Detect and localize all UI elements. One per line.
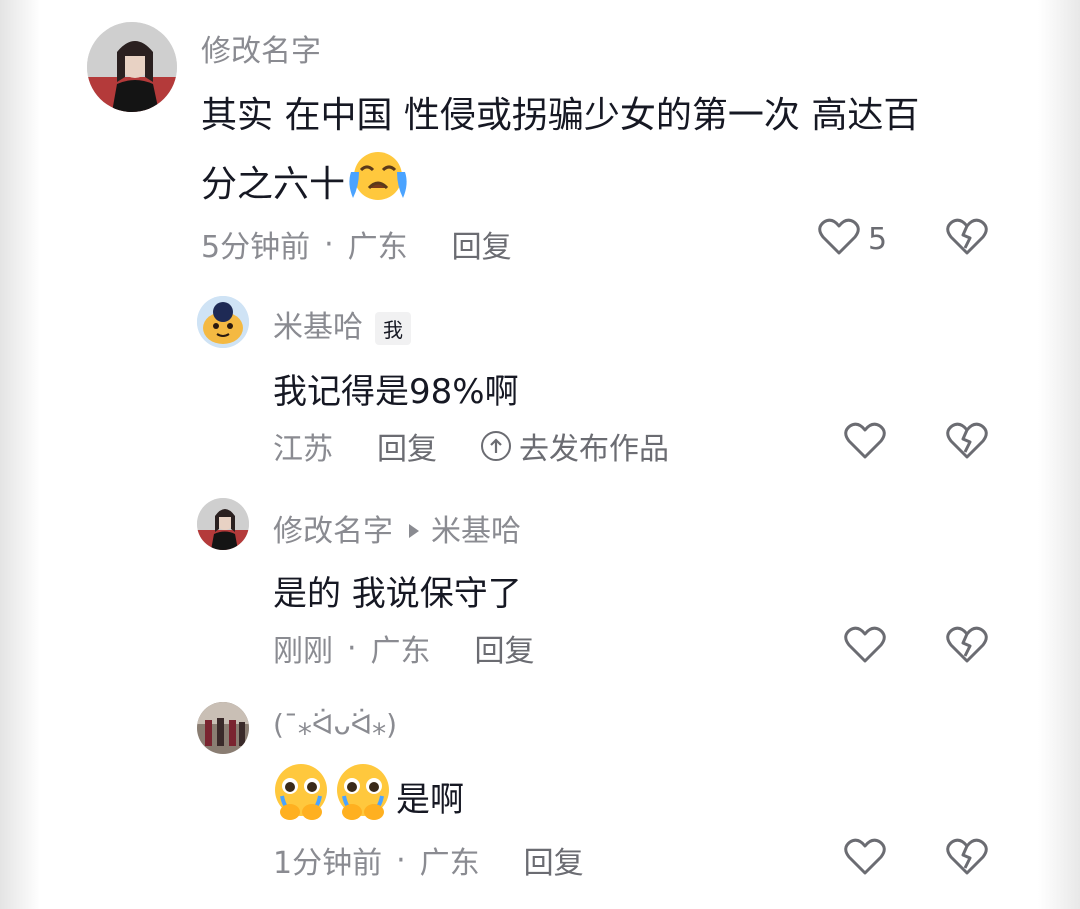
comment-text-line2: 分之六十 [201, 150, 409, 211]
reply-button[interactable]: 回复 [452, 222, 512, 266]
reply-meta: 1分钟前 · 广东 回复 [273, 838, 584, 882]
reply-username-text[interactable]: 修改名字 [273, 514, 393, 549]
dislike-button[interactable] [946, 422, 988, 464]
broken-heart-icon [946, 218, 988, 260]
publish-work-label: 去发布作品 [519, 432, 669, 467]
separator: · [396, 842, 406, 878]
reply-text: 是的 我说保守了 [273, 574, 522, 614]
reply-username[interactable]: (ˉ⁎ᐛᴗᐛ⁎) [273, 708, 397, 741]
arrow-up-circle-icon [481, 431, 511, 461]
reply-location: 广东 [370, 634, 431, 669]
reply-meta: 刚刚 · 广东 回复 [273, 626, 535, 670]
reply-location: 广东 [419, 846, 480, 881]
reply-meta: 江苏 回复 去发布作品 [273, 424, 669, 468]
reply-item: 修改名字 米基哈 是的 我说保守了 刚刚 · 广东 回复 [0, 494, 1080, 684]
dislike-button[interactable] [946, 218, 988, 260]
broken-heart-icon [946, 626, 988, 668]
pleading-face-holding-back-tears-icon [270, 762, 332, 831]
me-badge: 我 [375, 312, 411, 345]
reply-button[interactable]: 回复 [377, 424, 437, 468]
comment-time: 5分钟前 [201, 230, 311, 265]
like-button[interactable] [844, 422, 886, 464]
like-button[interactable] [844, 838, 886, 880]
pleading-face-holding-back-tears-icon [332, 762, 394, 831]
avatar[interactable] [197, 296, 249, 348]
avatar[interactable] [197, 498, 249, 550]
avatar[interactable] [197, 702, 249, 754]
loudly-crying-face-icon [347, 150, 409, 211]
reply-button[interactable]: 回复 [524, 838, 584, 882]
like-count: 5 [868, 221, 888, 257]
like-button[interactable]: 5 [818, 218, 887, 260]
reply-username: 米基哈我 [273, 302, 411, 346]
reply-username-text[interactable]: 米基哈 [273, 310, 363, 345]
reply-text: 是啊 [396, 780, 464, 820]
comment-meta: 5分钟前 · 广东 回复 [201, 222, 512, 266]
dislike-button[interactable] [946, 626, 988, 668]
reply-to-username[interactable]: 米基哈 [431, 514, 521, 549]
heart-icon [844, 838, 886, 880]
avatar[interactable] [87, 22, 177, 112]
reply-location: 江苏 [273, 432, 333, 467]
comment-location: 广东 [347, 230, 408, 265]
broken-heart-icon [946, 838, 988, 880]
reply-text: 我记得是98%啊 [273, 372, 519, 412]
heart-icon [844, 422, 886, 464]
reply-time: 刚刚 [273, 634, 333, 669]
separator: · [324, 226, 334, 262]
reply-time: 1分钟前 [273, 846, 383, 881]
comment-item: 修改名字 其实 在中国 性侵或拐骗少女的第一次 高达百 分之六十 5分钟前 · … [0, 0, 1080, 270]
reply-username: 修改名字 米基哈 [273, 506, 521, 550]
publish-work-button[interactable]: 去发布作品 [481, 424, 669, 468]
reply-item: (ˉ⁎ᐛᴗᐛ⁎) 是啊 1分钟前 · 广东 回复 [0, 700, 1080, 909]
heart-icon [818, 218, 860, 260]
reply-item: 米基哈我 我记得是98%啊 江苏 回复 去发布作品 [0, 290, 1080, 480]
reply-text-row: 是啊 [270, 762, 464, 831]
comment-text-line2-content: 分之六十 [201, 163, 346, 205]
dislike-button[interactable] [946, 838, 988, 880]
heart-icon [844, 626, 886, 668]
comment-username[interactable]: 修改名字 [201, 26, 321, 70]
comment-text: 其实 在中国 性侵或拐骗少女的第一次 高达百 [201, 95, 920, 136]
reply-button[interactable]: 回复 [475, 626, 535, 670]
separator: · [347, 630, 357, 666]
like-button[interactable] [844, 626, 886, 668]
broken-heart-icon [946, 422, 988, 464]
reply-arrow-icon [409, 523, 419, 538]
